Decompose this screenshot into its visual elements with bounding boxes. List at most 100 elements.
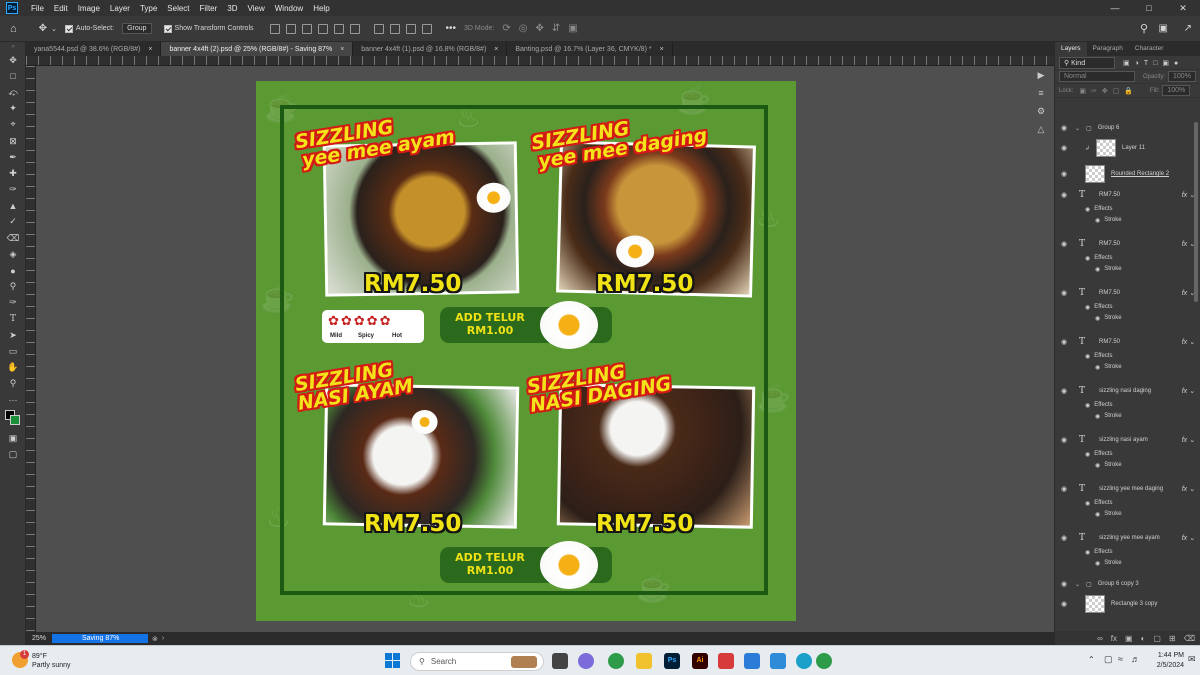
layer-effects-row[interactable]: ◉ Effects: [1055, 498, 1200, 508]
layer-row-rm750[interactable]: ◉ T RM7.50 fx ⌄: [1055, 188, 1200, 202]
cancel-save-icon[interactable]: ⊗: [152, 635, 158, 643]
layer-effects-row[interactable]: ◉ Effects: [1055, 547, 1200, 557]
healing-tool-icon[interactable]: ✚: [0, 165, 26, 181]
path-select-icon[interactable]: ➤: [0, 327, 26, 343]
photoshop-taskbar-icon[interactable]: Ps: [664, 653, 680, 669]
fx-icon[interactable]: fx ⌄: [1182, 485, 1195, 493]
layer-row-group6[interactable]: ◉ ⌄ ▢ Group 6: [1055, 122, 1200, 134]
fx-icon[interactable]: fx ⌄: [1182, 338, 1195, 346]
3d-icon[interactable]: △: [1033, 124, 1049, 138]
visibility-eye-icon[interactable]: ◉: [1059, 170, 1069, 178]
chevron-down-icon[interactable]: ⌄: [51, 25, 57, 33]
align-left-icon[interactable]: [269, 23, 280, 34]
toolbar-collapse-icon[interactable]: »: [0, 42, 26, 52]
brush-tool-icon[interactable]: ✑: [0, 182, 26, 198]
visibility-eye-icon[interactable]: ◉: [1059, 124, 1069, 132]
dodge-tool-icon[interactable]: ⚲: [0, 279, 26, 295]
blur-tool-icon[interactable]: ●: [0, 262, 26, 278]
workspace-icon[interactable]: ▣: [1159, 23, 1168, 34]
fx-icon[interactable]: fx ⌄: [1182, 534, 1195, 542]
opacity-input[interactable]: 100%: [1168, 71, 1196, 82]
task-view-icon[interactable]: [552, 653, 568, 669]
history-brush-icon[interactable]: ✓: [0, 214, 26, 230]
menu-view[interactable]: View: [243, 4, 270, 13]
windows-start-icon[interactable]: [385, 653, 401, 669]
layer-stroke-row[interactable]: ◉ Stroke: [1055, 264, 1200, 274]
layer-stroke-row[interactable]: ◉ Stroke: [1055, 215, 1200, 225]
link-icon[interactable]: ∞: [1097, 634, 1103, 643]
eraser-tool-icon[interactable]: ⌫: [0, 230, 26, 246]
3d-roll-icon[interactable]: ◎: [519, 23, 528, 34]
fx-icon[interactable]: fx: [1111, 634, 1117, 643]
layer-row-rounded-rect[interactable]: ◉ Rounded Rectangle 2: [1055, 162, 1200, 186]
zoom-tool-icon[interactable]: ⚲: [0, 376, 26, 392]
mask-icon[interactable]: ▣: [1125, 634, 1133, 643]
quick-mask-icon[interactable]: ▣: [0, 430, 26, 446]
layer-effects-row[interactable]: ◉ Effects: [1055, 351, 1200, 361]
layer-stroke-row[interactable]: ◉ Stroke: [1055, 313, 1200, 323]
store-icon[interactable]: [770, 653, 786, 669]
auto-select-checkbox[interactable]: Auto-Select:: [64, 24, 114, 33]
menu-type[interactable]: Type: [135, 4, 162, 13]
eyedropper-tool-icon[interactable]: ✒: [0, 149, 26, 165]
share-icon[interactable]: ↗: [1184, 23, 1192, 34]
layer-row-rm750[interactable]: ◉ T RM7.50 fx ⌄: [1055, 286, 1200, 300]
menu-image[interactable]: Image: [73, 4, 105, 13]
layer-effects-row[interactable]: ◉ Effects: [1055, 302, 1200, 312]
screen-mode-icon[interactable]: ▢: [0, 446, 26, 462]
layer-stroke-row[interactable]: ◉ Stroke: [1055, 362, 1200, 372]
layer-stroke-row[interactable]: ◉ Stroke: [1055, 411, 1200, 421]
show-transform-checkbox[interactable]: Show Transform Controls: [163, 24, 254, 33]
filter-kind-dropdown[interactable]: ⚲ Kind: [1059, 56, 1115, 69]
menu-filter[interactable]: Filter: [195, 4, 223, 13]
menu-layer[interactable]: Layer: [105, 4, 135, 13]
file-explorer-icon[interactable]: [636, 653, 652, 669]
align-top-icon[interactable]: [317, 23, 328, 34]
visibility-eye-icon[interactable]: ◉: [1095, 560, 1100, 567]
language-icon[interactable]: ▢: [1104, 654, 1113, 665]
layer-row-rectangle3-copy[interactable]: ◉ Rectangle 3 copy: [1055, 592, 1200, 616]
visibility-eye-icon[interactable]: ◉: [1095, 413, 1100, 420]
layer-stroke-row[interactable]: ◉ Stroke: [1055, 509, 1200, 519]
chevron-down-icon[interactable]: ⌄: [1075, 125, 1080, 132]
visibility-eye-icon[interactable]: ◉: [1085, 304, 1090, 311]
close-tab-icon[interactable]: ×: [494, 46, 498, 53]
visibility-eye-icon[interactable]: ◉: [1095, 511, 1100, 518]
fx-icon[interactable]: fx ⌄: [1182, 240, 1195, 248]
visibility-eye-icon[interactable]: ◉: [1059, 338, 1069, 346]
distribute-icon[interactable]: [421, 23, 432, 34]
more-tools-icon[interactable]: ⋯: [0, 392, 26, 408]
visibility-eye-icon[interactable]: ◉: [1059, 580, 1069, 588]
crop-tool-icon[interactable]: ⌖: [0, 117, 26, 133]
history-icon[interactable]: ▶: [1033, 70, 1049, 84]
visibility-eye-icon[interactable]: ◉: [1059, 144, 1069, 152]
visibility-eye-icon[interactable]: ◉: [1059, 600, 1069, 608]
3d-slide-icon[interactable]: ⇵: [552, 23, 560, 34]
taskbar-search[interactable]: ⚲ Search: [410, 652, 544, 671]
fx-icon[interactable]: fx ⌄: [1182, 387, 1195, 395]
photoshop-logo-icon[interactable]: Ps: [6, 2, 18, 14]
layer-row-sizzling-yee-mee-daging[interactable]: ◉ Tsizzling yee mee daging fx ⌄: [1055, 482, 1200, 496]
visibility-eye-icon[interactable]: ◉: [1095, 315, 1100, 322]
visibility-eye-icon[interactable]: ◉: [1085, 255, 1090, 262]
pen-tool-icon[interactable]: ✑: [0, 295, 26, 311]
menu-3d[interactable]: 3D: [222, 4, 242, 13]
visibility-eye-icon[interactable]: ◉: [1085, 402, 1090, 409]
visibility-eye-icon[interactable]: ◉: [1095, 266, 1100, 273]
menu-window[interactable]: Window: [270, 4, 308, 13]
layer-effects-row[interactable]: ◉ Effects: [1055, 253, 1200, 263]
visibility-eye-icon[interactable]: ◉: [1095, 364, 1100, 371]
filter-type-icons[interactable]: ▣◑T□▣●: [1123, 59, 1183, 67]
stamp-tool-icon[interactable]: ▲: [0, 198, 26, 214]
fx-icon[interactable]: fx ⌄: [1182, 436, 1195, 444]
align-right-icon[interactable]: [301, 23, 312, 34]
layer-effects-row[interactable]: ◉ Effects: [1055, 204, 1200, 214]
visibility-eye-icon[interactable]: ◉: [1059, 191, 1069, 199]
move-tool-icon[interactable]: ✥: [39, 23, 47, 34]
tab-layers[interactable]: Layers: [1055, 42, 1087, 56]
tab-banner-4x4ft-1[interactable]: banner 4x4ft (1).psd @ 16.8% (RGB/8#) ×: [353, 42, 508, 56]
tab-paragraph[interactable]: Paragraph: [1087, 42, 1129, 56]
chevron-down-icon[interactable]: ⌄: [1075, 581, 1080, 588]
layer-row-layer11[interactable]: ◉ ↲ Layer 11: [1055, 136, 1200, 160]
chrome-profile-icon[interactable]: [816, 653, 832, 669]
